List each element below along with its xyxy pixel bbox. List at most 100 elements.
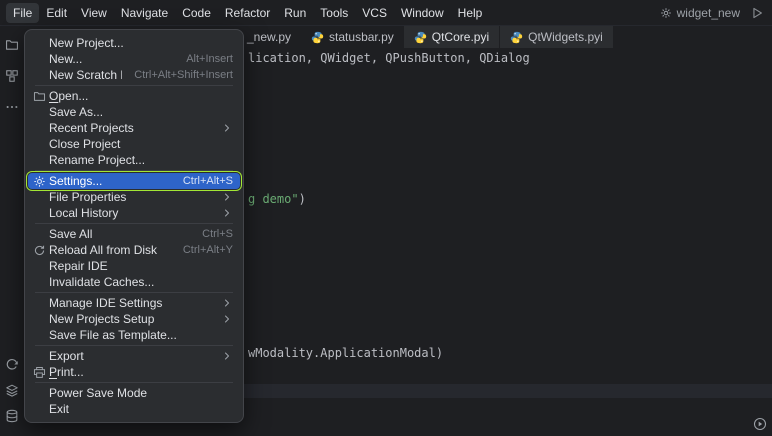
menubar-item-vcs[interactable]: VCS bbox=[355, 3, 394, 23]
menu-item-label: Rename Project... bbox=[49, 153, 233, 167]
tab-label: QtWidgets.pyi bbox=[528, 30, 603, 44]
menubar-item-window[interactable]: Window bbox=[394, 3, 451, 23]
menu-item-repair-ide[interactable]: Repair IDE bbox=[28, 258, 240, 274]
menu-item-new-projects-setup[interactable]: New Projects Setup bbox=[28, 311, 240, 327]
menubar-item-run[interactable]: Run bbox=[277, 3, 313, 23]
titlebar-right: widget_new bbox=[660, 6, 764, 20]
code-text: ) bbox=[299, 192, 306, 206]
printer-icon bbox=[32, 366, 46, 379]
menubar-item-code[interactable]: Code bbox=[175, 3, 218, 23]
tab-label: statusbar.py bbox=[329, 30, 394, 44]
menu-separator bbox=[35, 85, 233, 86]
python-packages-icon[interactable] bbox=[2, 380, 22, 400]
menu-item-local-history[interactable]: Local History bbox=[28, 205, 240, 221]
menu-item-label: Save As... bbox=[49, 105, 233, 119]
tab-qtcore-pyi[interactable]: QtCore.pyi bbox=[404, 26, 499, 48]
toolwindow-bar-top bbox=[2, 35, 22, 128]
code-text: wModality.ApplicationModal) bbox=[248, 346, 443, 360]
titlebar: FileEditViewNavigateCodeRefactorRunTools… bbox=[0, 0, 772, 26]
menu-item-save-as[interactable]: Save As... bbox=[28, 104, 240, 120]
submenu-chevron-right-icon bbox=[221, 297, 233, 309]
menu-separator bbox=[35, 170, 233, 171]
refresh-icon bbox=[32, 244, 46, 257]
menubar-item-help[interactable]: Help bbox=[451, 3, 490, 23]
menu-item-label: Exit bbox=[49, 402, 233, 416]
menu-item-label: Recent Projects bbox=[49, 121, 209, 135]
menu-item-shortcut: Ctrl+S bbox=[202, 228, 233, 240]
project-name: widget_new bbox=[677, 6, 740, 20]
submenu-chevron-right-icon bbox=[221, 350, 233, 362]
menubar-item-edit[interactable]: Edit bbox=[39, 3, 74, 23]
code-text: g demo" bbox=[248, 192, 299, 206]
code-text: lication, QWidget, QPushButton, QDialog bbox=[248, 51, 530, 65]
submenu-chevron-right-icon bbox=[221, 122, 233, 134]
python-icon bbox=[414, 31, 427, 44]
menu-item-settings[interactable]: Settings... Ctrl+Alt+S bbox=[28, 173, 240, 189]
menu-item-label: Invalidate Caches... bbox=[49, 275, 233, 289]
menubar-item-tools[interactable]: Tools bbox=[313, 3, 355, 23]
play-circle-icon[interactable] bbox=[753, 417, 767, 431]
menu-item-save-all[interactable]: Save All Ctrl+S bbox=[28, 226, 240, 242]
menu-item-label: Print... bbox=[49, 365, 233, 379]
menubar-item-view[interactable]: View bbox=[74, 3, 114, 23]
menubar-item-navigate[interactable]: Navigate bbox=[114, 3, 175, 23]
run-configuration[interactable]: widget_new bbox=[660, 6, 740, 20]
python-icon bbox=[510, 31, 523, 44]
python-console-icon[interactable] bbox=[2, 354, 22, 374]
menu-item-export[interactable]: Export bbox=[28, 348, 240, 364]
submenu-chevron-right-icon bbox=[221, 191, 233, 203]
menu-item-label: Repair IDE bbox=[49, 259, 233, 273]
menu-item-manage-ide-settings[interactable]: Manage IDE Settings bbox=[28, 295, 240, 311]
menu-item-shortcut: Ctrl+Alt+Y bbox=[183, 244, 233, 256]
menu-item-label: New Scratch File bbox=[49, 68, 122, 82]
tab-label: QtCore.pyi bbox=[432, 30, 489, 44]
tab-new-py[interactable]: _new.py bbox=[244, 26, 301, 48]
menu-item-label: Open... bbox=[49, 89, 233, 103]
menu-item-open[interactable]: Open... bbox=[28, 88, 240, 104]
menu-item-shortcut: Alt+Insert bbox=[186, 53, 233, 65]
database-icon[interactable] bbox=[2, 406, 22, 426]
menu-item-file-properties[interactable]: File Properties bbox=[28, 189, 240, 205]
menu-item-rename-project[interactable]: Rename Project... bbox=[28, 152, 240, 168]
menu-item-new[interactable]: New... Alt+Insert bbox=[28, 51, 240, 67]
caret-line-highlight bbox=[244, 384, 772, 398]
menu-item-label: Save All bbox=[49, 227, 190, 241]
menu-item-reload-all-from-disk[interactable]: Reload All from DiskCtrl+Alt+Y bbox=[28, 242, 240, 258]
menu-item-new-project[interactable]: New Project... bbox=[28, 35, 240, 51]
menubar-item-file[interactable]: File bbox=[6, 3, 39, 23]
main-menu-bar: FileEditViewNavigateCodeRefactorRunTools… bbox=[6, 3, 489, 23]
project-folder-icon[interactable] bbox=[2, 35, 22, 55]
menu-item-label: New Project... bbox=[49, 36, 233, 50]
more-tool-windows-icon[interactable] bbox=[2, 97, 22, 117]
menu-item-save-file-as-template[interactable]: Save File as Template... bbox=[28, 327, 240, 343]
submenu-chevron-right-icon bbox=[221, 207, 233, 219]
menu-item-label: New Projects Setup bbox=[49, 312, 209, 326]
menubar-item-refactor[interactable]: Refactor bbox=[218, 3, 277, 23]
submenu-chevron-right-icon bbox=[221, 313, 233, 325]
run-icon[interactable] bbox=[750, 6, 764, 20]
menu-item-label: Power Save Mode bbox=[49, 386, 233, 400]
menu-item-power-save-mode[interactable]: Power Save Mode bbox=[28, 385, 240, 401]
menu-item-invalidate-caches[interactable]: Invalidate Caches... bbox=[28, 274, 240, 290]
tab-qtwidgets-pyi[interactable]: QtWidgets.pyi bbox=[499, 26, 613, 48]
python-icon bbox=[311, 31, 324, 44]
menu-separator bbox=[35, 382, 233, 383]
menu-item-new-scratch-file[interactable]: New Scratch File Ctrl+Alt+Shift+Insert bbox=[28, 67, 240, 83]
menu-item-label: Settings... bbox=[49, 174, 171, 188]
tab-statusbar-py[interactable]: statusbar.py bbox=[301, 26, 404, 48]
menu-item-recent-projects[interactable]: Recent Projects bbox=[28, 120, 240, 136]
menu-item-label: Manage IDE Settings bbox=[49, 296, 209, 310]
structure-icon[interactable] bbox=[2, 66, 22, 86]
menu-item-label: New... bbox=[49, 52, 174, 66]
code-fragment: g demo") bbox=[248, 192, 306, 206]
gear-icon bbox=[32, 175, 46, 188]
menu-item-print[interactable]: Print... bbox=[28, 364, 240, 380]
menu-item-shortcut: Ctrl+Alt+Shift+Insert bbox=[134, 69, 233, 81]
menu-item-exit[interactable]: Exit bbox=[28, 401, 240, 417]
menu-item-close-project[interactable]: Close Project bbox=[28, 136, 240, 152]
menu-item-label: Local History bbox=[49, 206, 209, 220]
menu-item-shortcut: Ctrl+Alt+S bbox=[183, 175, 233, 187]
menu-separator bbox=[35, 345, 233, 346]
ide-window: FileEditViewNavigateCodeRefactorRunTools… bbox=[0, 0, 772, 436]
code-fragment: wModality.ApplicationModal) bbox=[248, 346, 443, 360]
